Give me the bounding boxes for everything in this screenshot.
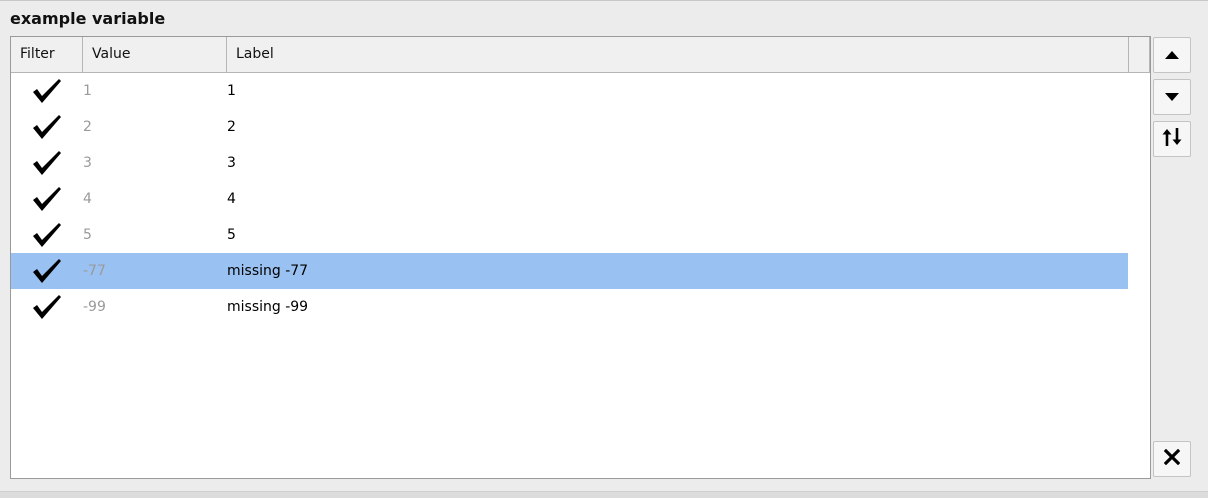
label-cell: missing -99	[227, 299, 309, 315]
filter-checkmark-icon[interactable]	[31, 150, 63, 176]
value-cell: -77	[83, 263, 106, 279]
table-header: Filter Value Label	[11, 37, 1150, 73]
value-cell: 3	[83, 155, 92, 171]
variable-title: example variable	[10, 9, 166, 28]
column-header-filter[interactable]: Filter	[11, 37, 83, 72]
table-body: 1 1 2 2 3 3 4 4 5 5 -77 missing -77 -99 …	[11, 73, 1150, 325]
value-cell: 1	[83, 83, 92, 99]
table-row[interactable]: 3 3	[11, 145, 1128, 181]
move-down-button[interactable]	[1153, 79, 1191, 115]
value-cell: 2	[83, 119, 92, 135]
table-row[interactable]: 1 1	[11, 73, 1128, 109]
table-row[interactable]: 5 5	[11, 217, 1128, 253]
filter-checkmark-icon[interactable]	[31, 222, 63, 248]
table-row[interactable]: 2 2	[11, 109, 1128, 145]
filter-checkmark-icon[interactable]	[31, 114, 63, 140]
filter-checkmark-icon[interactable]	[31, 294, 63, 320]
value-cell: 5	[83, 227, 92, 243]
value-cell: 4	[83, 191, 92, 207]
column-header-spacer	[1129, 37, 1150, 72]
value-cell: -99	[83, 299, 106, 315]
move-up-button[interactable]	[1153, 37, 1191, 73]
arrow-up-icon	[1164, 46, 1180, 65]
close-icon	[1163, 448, 1181, 469]
swap-vertical-icon	[1161, 126, 1183, 152]
values-table[interactable]: Filter Value Label 1 1 2 2 3 3 4 4 5 5 -…	[10, 36, 1151, 479]
label-cell: 1	[227, 83, 236, 99]
column-header-label[interactable]: Label	[227, 37, 1129, 72]
column-header-value[interactable]: Value	[83, 37, 227, 72]
filter-checkmark-icon[interactable]	[31, 78, 63, 104]
arrow-down-icon	[1164, 88, 1180, 107]
label-cell: 5	[227, 227, 236, 243]
reverse-order-button[interactable]	[1153, 121, 1191, 157]
label-cell: 3	[227, 155, 236, 171]
filter-checkmark-icon[interactable]	[31, 186, 63, 212]
label-cell: missing -77	[227, 263, 309, 279]
variable-values-panel: example variable Filter Value Label 1 1 …	[0, 0, 1208, 498]
label-cell: 4	[227, 191, 236, 207]
clear-button[interactable]	[1153, 441, 1191, 477]
table-row[interactable]: -77 missing -77	[11, 253, 1128, 289]
label-cell: 2	[227, 119, 236, 135]
filter-checkmark-icon[interactable]	[31, 258, 63, 284]
table-row[interactable]: 4 4	[11, 181, 1128, 217]
table-row[interactable]: -99 missing -99	[11, 289, 1128, 325]
